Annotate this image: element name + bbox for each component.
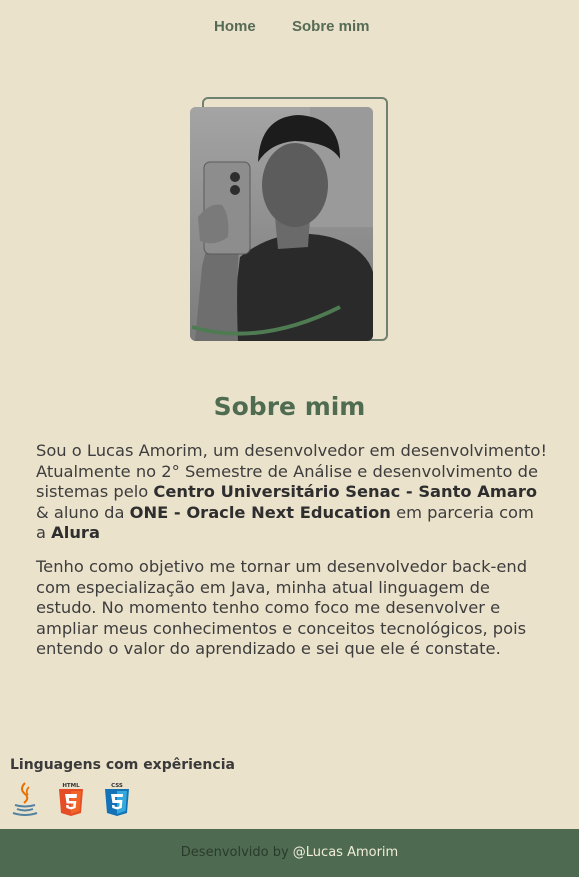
html-badge: HTML — [62, 783, 80, 789]
about-p1-text-c: & aluno da — [36, 502, 130, 522]
css3-icon: CSS — [102, 781, 132, 817]
languages-section: Linguagens com expêriencia HTML CSS — [10, 757, 235, 816]
footer-prefix: Desenvolvido by — [180, 845, 293, 860]
languages-title: Linguagens com expêriencia — [10, 757, 235, 773]
footer: Desenvolvido by @Lucas Amorim — [0, 829, 579, 877]
nav-home-link[interactable]: Home — [214, 18, 256, 35]
about-text: Sou o Lucas Amorim, um desenvolvedor em … — [36, 441, 548, 673]
partner-name: Alura — [51, 523, 100, 543]
top-nav: Home Sobre mim — [0, 0, 579, 52]
about-title: Sobre mim — [213, 392, 366, 421]
css-badge: CSS — [111, 783, 123, 789]
profile-photo — [190, 107, 373, 341]
html5-icon: HTML — [56, 781, 86, 817]
profile-photo-container — [190, 97, 388, 343]
university-name: Centro Universitário Senac - Santo Amaro — [153, 482, 538, 502]
nav-about-link[interactable]: Sobre mim — [292, 18, 370, 35]
about-paragraph-1: Sou o Lucas Amorim, um desenvolvedor em … — [36, 441, 548, 544]
program-name: ONE - Oracle Next Education — [129, 502, 391, 522]
footer-author-link[interactable]: @Lucas Amorim — [293, 845, 398, 860]
java-icon — [10, 781, 40, 817]
language-icons: HTML CSS — [10, 781, 150, 821]
about-paragraph-2: Tenho como objetivo me tornar um desenvo… — [36, 556, 528, 659]
